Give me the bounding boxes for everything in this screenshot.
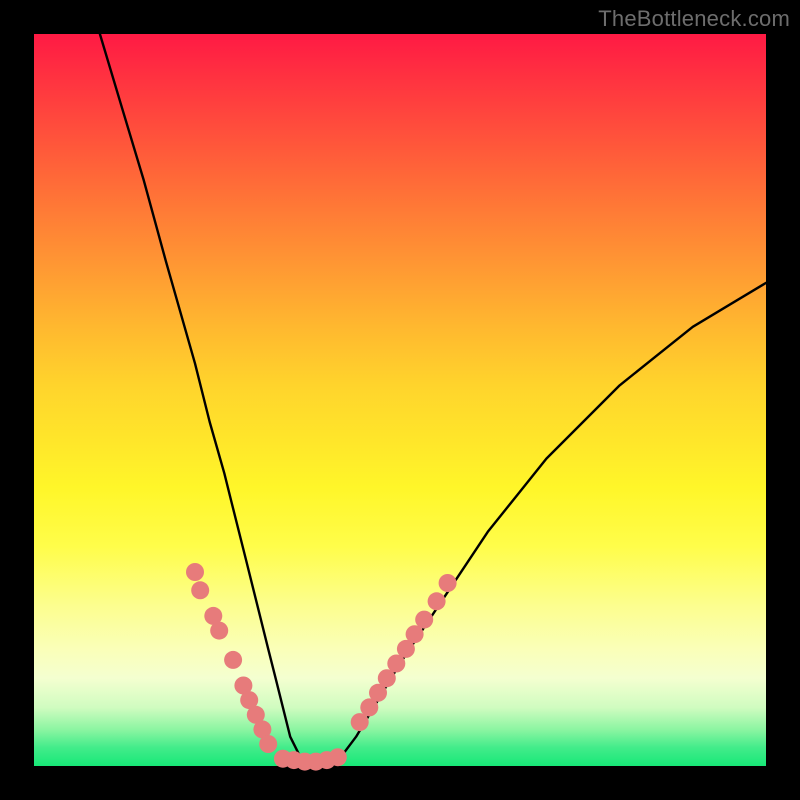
bottleneck-curve [100,34,766,766]
data-dot [439,574,457,592]
data-dot [186,563,204,581]
data-dots [186,563,457,771]
data-dot [191,581,209,599]
data-dot [428,592,446,610]
data-dot [259,735,277,753]
data-dot [224,651,242,669]
chart-frame: TheBottleneck.com [0,0,800,800]
plot-area [34,34,766,766]
chart-svg [34,34,766,766]
watermark-text: TheBottleneck.com [598,6,790,32]
data-dot [351,713,369,731]
data-dot [329,748,347,766]
data-dot [415,611,433,629]
data-dot [210,622,228,640]
